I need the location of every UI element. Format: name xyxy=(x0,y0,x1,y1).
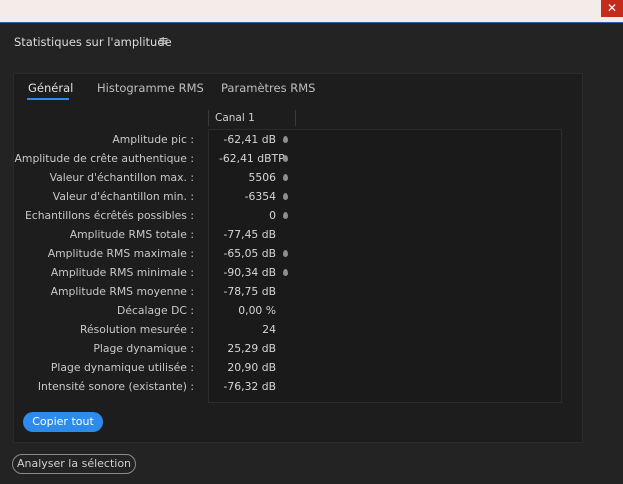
row-value: 25,29 dB xyxy=(227,342,276,355)
table-row: Amplitude pic : -62,41 dB xyxy=(14,131,574,150)
tab-general[interactable]: Général xyxy=(28,81,73,95)
close-button[interactable]: ✕ xyxy=(601,0,623,17)
row-value: -78,75 dB xyxy=(223,285,277,298)
marker-pin-icon[interactable] xyxy=(283,250,288,257)
table-row: Valeur d'échantillon max. : 5506 xyxy=(14,169,574,188)
tab-active-indicator xyxy=(27,98,69,100)
row-value: -62,41 dB xyxy=(223,133,277,146)
row-label: Plage dynamique utilisée : xyxy=(50,361,194,374)
row-label: Amplitude RMS totale : xyxy=(69,228,194,241)
row-label: Valeur d'échantillon max. : xyxy=(49,171,194,184)
table-row: Résolution mesurée : 24 xyxy=(14,321,574,340)
row-label: Décalage DC : xyxy=(117,304,194,317)
marker-pin-icon[interactable] xyxy=(283,193,288,200)
tab-rms-settings[interactable]: Paramètres RMS xyxy=(221,81,315,95)
row-label: Plage dynamique : xyxy=(93,342,194,355)
row-label: Valeur d'échantillon min. : xyxy=(52,190,194,203)
row-label: Amplitude RMS moyenne : xyxy=(50,285,194,298)
table-row: Amplitude RMS maximale : -65,05 dB xyxy=(14,245,574,264)
row-label: Amplitude RMS maximale : xyxy=(47,247,194,260)
titlebar-divider xyxy=(0,22,623,23)
table-row: Plage dynamique : 25,29 dB xyxy=(14,340,574,359)
row-label: Amplitude pic : xyxy=(112,133,194,146)
table-row: Amplitude RMS minimale : -90,34 dB xyxy=(14,264,574,283)
row-label: Echantillons écrêtés possibles : xyxy=(24,209,194,222)
table-row: Intensité sonore (existante) : -76,32 dB xyxy=(14,378,574,397)
table-row: Amplitude RMS totale : -77,45 dB xyxy=(14,226,574,245)
table-row: Décalage DC : 0,00 % xyxy=(14,302,574,321)
tab-rms-histogram[interactable]: Histogramme RMS xyxy=(97,81,204,95)
row-value: -76,32 dB xyxy=(223,380,277,393)
row-label: Résolution mesurée : xyxy=(79,323,194,336)
panel-title: Statistiques sur l'amplitude xyxy=(14,35,172,49)
row-label: Intensité sonore (existante) : xyxy=(37,380,194,393)
row-value: -77,45 dB xyxy=(223,228,277,241)
column-header-channel: Canal 1 xyxy=(215,112,255,124)
marker-pin-icon[interactable] xyxy=(283,212,288,219)
row-value: -90,34 dB xyxy=(223,266,277,279)
marker-pin-icon[interactable] xyxy=(283,136,288,143)
table-row: Amplitude de crête authentique : -62,41 d… xyxy=(14,150,574,169)
row-value: -6354 xyxy=(244,190,276,203)
copy-all-button[interactable]: Copier tout xyxy=(23,412,103,432)
marker-pin-icon[interactable] xyxy=(283,269,288,276)
row-value: -65,05 dB xyxy=(223,247,277,260)
row-value: 0,00 % xyxy=(238,304,276,317)
table-row: Valeur d'échantillon min. : -6354 xyxy=(14,188,574,207)
column-separator xyxy=(208,110,209,126)
column-separator xyxy=(295,110,296,126)
row-value: -62,41 dBTP xyxy=(219,152,285,165)
row-value: 20,90 dB xyxy=(227,361,276,374)
window-titlebar: ✕ xyxy=(0,0,623,22)
marker-pin-icon[interactable] xyxy=(283,174,288,181)
analyze-selection-button[interactable]: Analyser la sélection xyxy=(12,454,136,474)
table-row: Echantillons écrêtés possibles : 0 xyxy=(14,207,574,226)
table-row: Amplitude RMS moyenne : -78,75 dB xyxy=(14,283,574,302)
marker-pin-icon[interactable] xyxy=(283,155,288,162)
table-row: Plage dynamique utilisée : 20,90 dB xyxy=(14,359,574,378)
row-value: 0 xyxy=(269,209,276,222)
row-label: Amplitude de crête authentique : xyxy=(14,152,194,165)
row-value: 5506 xyxy=(248,171,276,184)
row-value: 24 xyxy=(262,323,276,336)
row-label: Amplitude RMS minimale : xyxy=(50,266,194,279)
statistics-panel: Général Histogramme RMS Paramètres RMS C… xyxy=(13,73,583,443)
menu-icon[interactable]: ≡ xyxy=(158,34,169,49)
